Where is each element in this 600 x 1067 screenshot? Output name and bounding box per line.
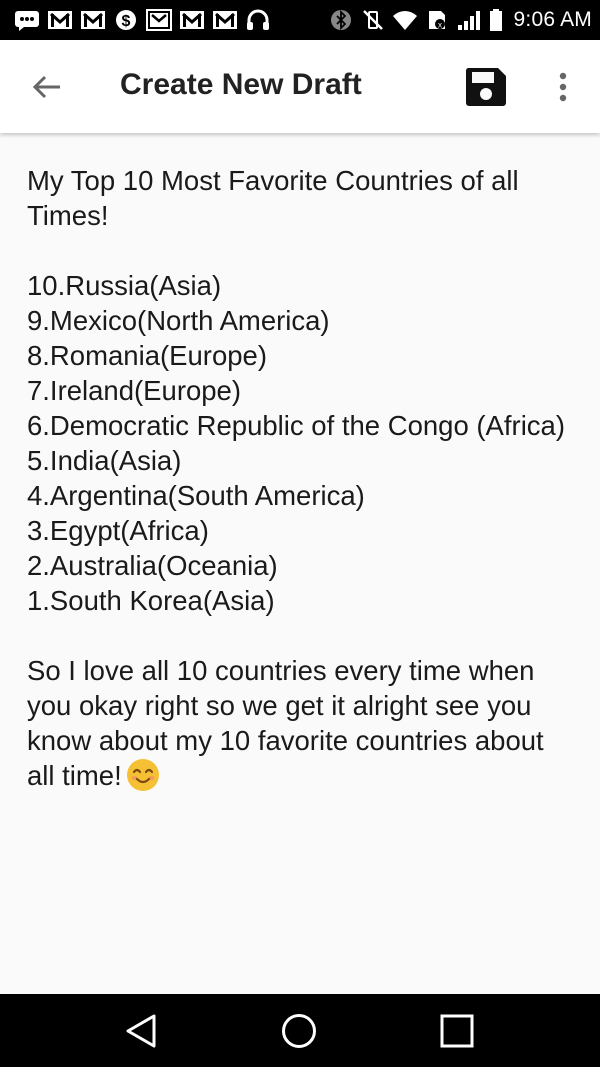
list-item: 10.Russia(Asia) [27,270,222,301]
signal-icon [456,9,482,31]
svg-text:x: x [438,21,442,30]
gmail-icon [47,9,73,31]
gmail-icon [80,9,106,31]
list-item: 5.India(Asia) [27,445,182,476]
headphones-icon [245,9,271,31]
back-button[interactable] [24,64,70,110]
list-item: 6.Democratic Republic of the Congo (Afri… [27,410,566,441]
nav-recents-icon [440,1014,474,1048]
nav-home-button[interactable] [274,1006,324,1056]
status-time: 9:06 AM [513,8,592,31]
gmail-icon [212,9,238,31]
navigation-bar [0,994,600,1067]
cash-icon: $ [113,9,139,31]
draft-text[interactable]: My Top 10 Most Favorite Countries of all… [27,163,574,793]
messages-icon [14,9,40,31]
nav-home-icon [282,1014,316,1048]
list-item: 4.Argentina(South America) [27,480,365,511]
svg-text:$: $ [122,13,131,30]
save-draft-button[interactable] [460,62,512,112]
draft-heading: My Top 10 Most Favorite Countries of all… [27,165,526,231]
arrow-left-icon [32,75,60,99]
system-icons: x 9:06 AM [328,8,592,32]
overflow-menu-button[interactable] [546,66,580,108]
list-item: 7.Ireland(Europe) [27,375,242,406]
draft-editor[interactable]: My Top 10 Most Favorite Countries of all… [0,133,600,994]
list-item: 1.South Korea(Asia) [27,585,275,616]
page-title: Create New Draft [120,68,362,101]
app-bar: Create New Draft [0,40,600,133]
more-vert-icon [559,72,567,102]
list-item: 8.Romania(Europe) [27,340,267,371]
battery-icon [488,9,504,31]
wifi-icon [392,9,418,31]
gmail-icon [146,9,172,31]
list-item: 3.Egypt(Africa) [27,515,209,546]
nav-recents-button[interactable] [432,1006,482,1056]
gmail-icon [179,9,205,31]
sim-icon: x [424,9,450,31]
screen: $ x 9:06 AM Create New Draft My Top 10 M… [0,0,600,1067]
floppy-disk-icon [465,68,506,106]
list-item: 9.Mexico(North America) [27,305,330,336]
list-item: 2.Australia(Oceania) [27,550,278,581]
status-bar: $ x 9:06 AM [0,0,600,40]
notification-icons: $ [14,9,328,31]
draft-closing: So I love all 10 countries every time wh… [27,655,552,791]
bluetooth-icon [328,9,354,31]
nav-back-button[interactable] [116,1006,166,1056]
nav-back-icon [126,1014,156,1048]
smiling-face-icon [126,759,159,791]
vibrate-off-icon [360,9,386,31]
